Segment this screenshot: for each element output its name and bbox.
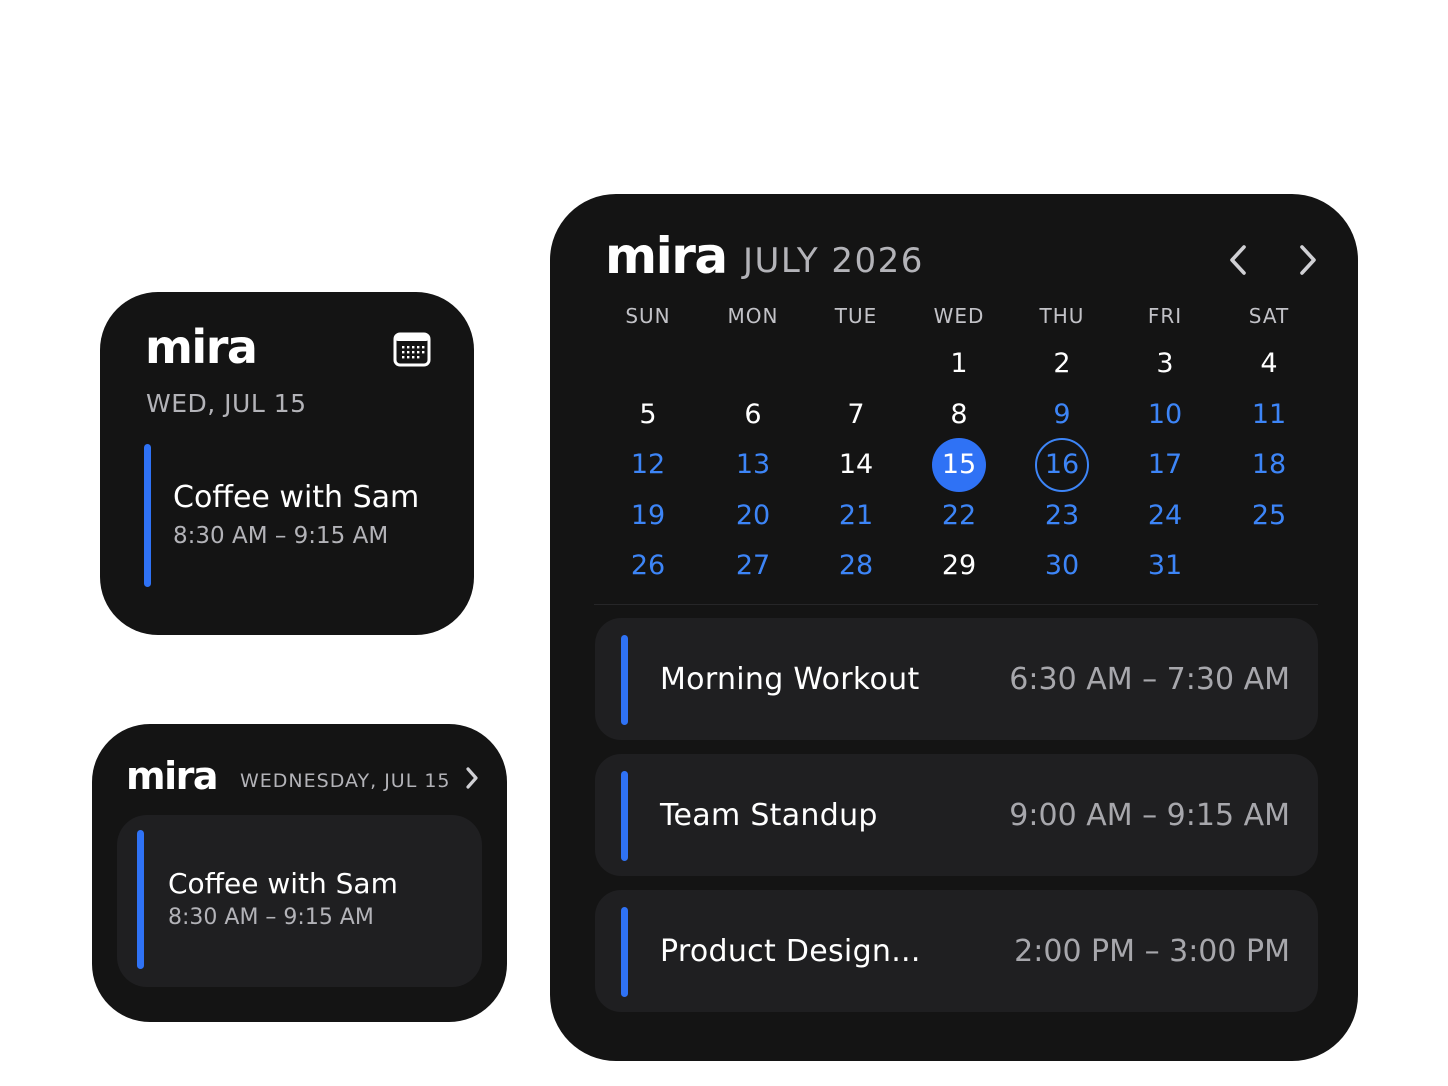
month-title: JULY 2026 (743, 241, 924, 281)
weekday-label: WED (933, 304, 985, 328)
calendar-day[interactable]: 28 (829, 539, 883, 593)
calendar-day[interactable]: 18 (1242, 438, 1296, 492)
calendar-day[interactable]: 20 (726, 489, 780, 543)
calendar-day[interactable]: 11 (1242, 388, 1296, 442)
calendar-day[interactable]: 6 (726, 388, 780, 442)
calendar-day[interactable]: 12 (621, 438, 675, 492)
calendar-day[interactable]: 3 (1138, 337, 1192, 391)
calendar-day[interactable]: 29 (932, 539, 986, 593)
calendar-day[interactable]: 24 (1138, 489, 1192, 543)
event-title: Coffee with Sam (168, 867, 398, 900)
calendar-day[interactable]: 14 (829, 438, 883, 492)
event-color-bar (144, 444, 151, 587)
app-logo: mira (605, 227, 728, 285)
calendar-day[interactable]: 31 (1138, 539, 1192, 593)
medium-widget[interactable]: mira WEDNESDAY, JUL 15 Coffee with Sam 8… (92, 724, 507, 1022)
event-time: 2:00 PM – 3:00 PM (1014, 934, 1290, 969)
event-color-bar (621, 771, 628, 861)
calendar-day[interactable]: 7 (829, 388, 883, 442)
calendar-day[interactable]: 19 (621, 489, 675, 543)
weekday-label: MON (727, 304, 779, 328)
calendar-day[interactable]: 5 (621, 388, 675, 442)
large-widget[interactable]: mira JULY 2026 SUN MON TUE WED THU FRI SAT 1 2 3 4… (550, 194, 1358, 1061)
divider (594, 604, 1318, 605)
event-title: Morning Workout (660, 662, 920, 697)
calendar-day[interactable]: 8 (932, 388, 986, 442)
app-logo: mira (126, 754, 219, 798)
calendar-day[interactable]: 22 (932, 489, 986, 543)
app-logo: mira (145, 320, 258, 374)
current-date: WEDNESDAY, JUL 15 (240, 770, 451, 792)
calendar-day[interactable]: 21 (829, 489, 883, 543)
calendar-day[interactable]: 13 (726, 438, 780, 492)
calendar-day-selected[interactable]: 16 (1035, 438, 1089, 492)
event-title: Team Standup (660, 798, 878, 833)
event-color-bar (137, 830, 144, 969)
calendar-day[interactable]: 10 (1138, 388, 1192, 442)
event-color-bar (621, 907, 628, 997)
widget-gallery: mira WED, JUL 15 Coffee with Sam 8:30 AM… (0, 0, 1448, 1086)
weekday-label: SAT (1248, 304, 1290, 328)
calendar-day[interactable]: 26 (621, 539, 675, 593)
event-time: 8:30 AM – 9:15 AM (173, 523, 389, 549)
weekday-label: TUE (834, 304, 878, 328)
event-time: 9:00 AM – 9:15 AM (1009, 798, 1290, 833)
calendar-icon[interactable] (393, 331, 431, 367)
chevron-right-icon[interactable] (1296, 243, 1320, 277)
chevron-left-icon[interactable] (1226, 243, 1250, 277)
calendar-day[interactable]: 2 (1035, 337, 1089, 391)
small-widget[interactable]: mira WED, JUL 15 Coffee with Sam 8:30 AM… (100, 292, 474, 635)
calendar-day[interactable]: 17 (1138, 438, 1192, 492)
calendar-day[interactable]: 4 (1242, 337, 1296, 391)
event-card[interactable]: Morning Workout 6:30 AM – 7:30 AM (595, 618, 1318, 740)
calendar-day[interactable]: 30 (1035, 539, 1089, 593)
calendar-day[interactable]: 27 (726, 539, 780, 593)
calendar-day[interactable]: 25 (1242, 489, 1296, 543)
event-time: 8:30 AM – 9:15 AM (168, 905, 374, 930)
calendar-day[interactable]: 9 (1035, 388, 1089, 442)
current-date: WED, JUL 15 (146, 389, 307, 418)
calendar-day[interactable]: 1 (932, 337, 986, 391)
calendar-day[interactable]: 23 (1035, 489, 1089, 543)
event-title: Product Design... (660, 934, 921, 969)
chevron-right-icon[interactable] (464, 766, 480, 790)
event-color-bar (621, 635, 628, 725)
event-card[interactable]: Coffee with Sam 8:30 AM – 9:15 AM (117, 815, 482, 987)
weekday-label: THU (1039, 304, 1085, 328)
event-card[interactable]: Product Design... 2:00 PM – 3:00 PM (595, 890, 1318, 1012)
event-card[interactable]: Team Standup 9:00 AM – 9:15 AM (595, 754, 1318, 876)
event-title[interactable]: Coffee with Sam (173, 480, 419, 515)
calendar-day-today[interactable]: 15 (932, 438, 986, 492)
weekday-label: FRI (1147, 304, 1183, 328)
event-time: 6:30 AM – 7:30 AM (1009, 662, 1290, 697)
weekday-label: SUN (625, 304, 671, 328)
